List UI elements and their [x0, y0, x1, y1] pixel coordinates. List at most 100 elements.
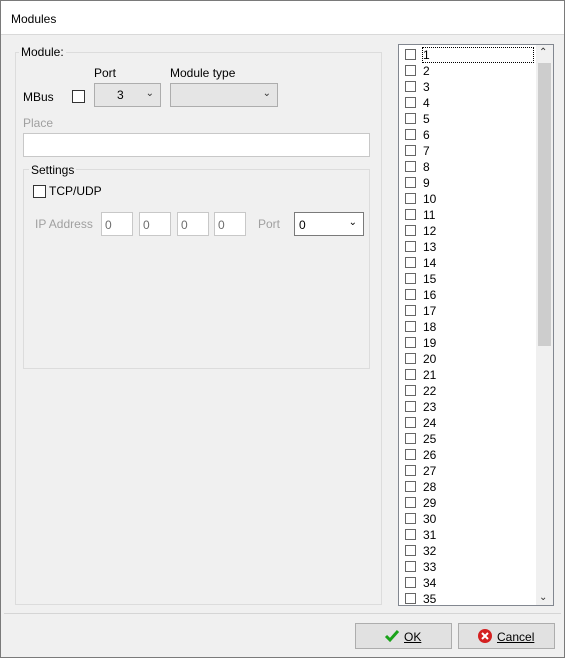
cancel-button[interactable]: Cancel: [458, 623, 555, 649]
list-item-checkbox[interactable]: [405, 481, 416, 492]
list-item-checkbox[interactable]: [405, 65, 416, 76]
list-item[interactable]: 13: [405, 239, 533, 255]
list-item-checkbox[interactable]: [405, 305, 416, 316]
list-item[interactable]: 26: [405, 447, 533, 463]
list-item-checkbox[interactable]: [405, 401, 416, 412]
list-item[interactable]: 4: [405, 95, 533, 111]
list-item-label: 13: [423, 240, 437, 254]
scroll-up-icon[interactable]: ⌃: [539, 47, 547, 58]
list-item-checkbox[interactable]: [405, 225, 416, 236]
list-item-checkbox[interactable]: [405, 417, 416, 428]
list-item-checkbox[interactable]: [405, 561, 416, 572]
list-item[interactable]: 31: [405, 527, 533, 543]
list-item-label: 32: [423, 544, 437, 558]
list-item[interactable]: 15: [405, 271, 533, 287]
list-item[interactable]: 29: [405, 495, 533, 511]
scroll-thumb[interactable]: [538, 63, 551, 346]
list-item-label: 23: [423, 400, 437, 414]
mbus-checkbox[interactable]: [72, 90, 85, 103]
module-type-select[interactable]: ⌄: [170, 83, 278, 107]
list-item[interactable]: 28: [405, 479, 533, 495]
list-item-checkbox[interactable]: [405, 193, 416, 204]
tcp-udp-checkbox[interactable]: [33, 185, 46, 198]
list-item[interactable]: 32: [405, 543, 533, 559]
ok-button[interactable]: OK: [355, 623, 452, 649]
list-item-checkbox[interactable]: [405, 433, 416, 444]
list-item-checkbox[interactable]: [405, 449, 416, 460]
list-item-checkbox[interactable]: [405, 129, 416, 140]
cancel-icon: [477, 628, 493, 647]
list-item[interactable]: 21: [405, 367, 533, 383]
list-item-checkbox[interactable]: [405, 353, 416, 364]
list-item[interactable]: 22: [405, 383, 533, 399]
list-item-checkbox[interactable]: [405, 513, 416, 524]
list-item-checkbox[interactable]: [405, 529, 416, 540]
list-item[interactable]: 7: [405, 143, 533, 159]
ip-octet-2[interactable]: 0: [139, 212, 171, 236]
ip-octet-3[interactable]: 0: [177, 212, 209, 236]
list-item[interactable]: 30: [405, 511, 533, 527]
module-checklist[interactable]: 1 2 3 4 5 6 7 8 9 10 11 12 13 14 15 16 17 18 19 20 21 22 23 24 2…: [398, 44, 554, 606]
list-item-label: 25: [423, 432, 437, 446]
list-item-checkbox[interactable]: [405, 81, 416, 92]
list-item[interactable]: 23: [405, 399, 533, 415]
list-item[interactable]: 14: [405, 255, 533, 271]
list-item[interactable]: 11: [405, 207, 533, 223]
list-item-checkbox[interactable]: [405, 577, 416, 588]
list-item[interactable]: 12: [405, 223, 533, 239]
list-item-checkbox[interactable]: [405, 161, 416, 172]
scroll-down-icon[interactable]: ⌄: [539, 592, 547, 603]
port-select[interactable]: 3 ⌄: [94, 83, 161, 107]
list-item[interactable]: 3: [405, 79, 533, 95]
list-item-checkbox[interactable]: [405, 369, 416, 380]
list-item-checkbox[interactable]: [405, 177, 416, 188]
list-item[interactable]: 2: [405, 63, 533, 79]
list-item[interactable]: 6: [405, 127, 533, 143]
list-item[interactable]: 35: [405, 591, 533, 605]
list-item[interactable]: 18: [405, 319, 533, 335]
list-item[interactable]: 1: [405, 47, 534, 63]
list-item-checkbox[interactable]: [405, 257, 416, 268]
ip-octet-1[interactable]: 0: [101, 212, 133, 236]
list-item-label: 8: [423, 160, 430, 174]
list-item-label: 11: [423, 208, 436, 222]
list-item-checkbox[interactable]: [405, 49, 416, 60]
list-item-checkbox[interactable]: [405, 145, 416, 156]
list-item[interactable]: 27: [405, 463, 533, 479]
list-item[interactable]: 24: [405, 415, 533, 431]
list-item-checkbox[interactable]: [405, 385, 416, 396]
settings-port-select[interactable]: 0 ⌄: [294, 212, 364, 236]
list-item-checkbox[interactable]: [405, 465, 416, 476]
list-item-checkbox[interactable]: [405, 209, 416, 220]
list-item-checkbox[interactable]: [405, 321, 416, 332]
list-item[interactable]: 19: [405, 335, 533, 351]
list-item-label: 33: [423, 560, 437, 574]
list-item-checkbox[interactable]: [405, 289, 416, 300]
list-item-label: 14: [423, 256, 437, 270]
list-item-label: 9: [423, 176, 430, 190]
list-item[interactable]: 20: [405, 351, 533, 367]
list-item-checkbox[interactable]: [405, 337, 416, 348]
list-item[interactable]: 25: [405, 431, 533, 447]
list-item[interactable]: 34: [405, 575, 533, 591]
list-item[interactable]: 33: [405, 559, 533, 575]
list-item-checkbox[interactable]: [405, 113, 416, 124]
list-item-checkbox[interactable]: [405, 545, 416, 556]
list-item-checkbox[interactable]: [405, 497, 416, 508]
list-item-label: 5: [423, 112, 430, 126]
list-scrollbar[interactable]: ⌃ ⌄: [536, 45, 553, 605]
list-item-checkbox[interactable]: [405, 273, 416, 284]
list-item-label: 12: [423, 224, 437, 238]
list-item[interactable]: 16: [405, 287, 533, 303]
list-item[interactable]: 8: [405, 159, 533, 175]
list-item[interactable]: 17: [405, 303, 533, 319]
list-item-checkbox[interactable]: [405, 97, 416, 108]
port-select-value: 3: [117, 88, 124, 102]
ip-octet-4[interactable]: 0: [214, 212, 246, 236]
place-input[interactable]: [23, 133, 370, 157]
list-item[interactable]: 10: [405, 191, 533, 207]
list-item-checkbox[interactable]: [405, 593, 416, 604]
list-item[interactable]: 9: [405, 175, 533, 191]
list-item-checkbox[interactable]: [405, 241, 416, 252]
list-item[interactable]: 5: [405, 111, 533, 127]
